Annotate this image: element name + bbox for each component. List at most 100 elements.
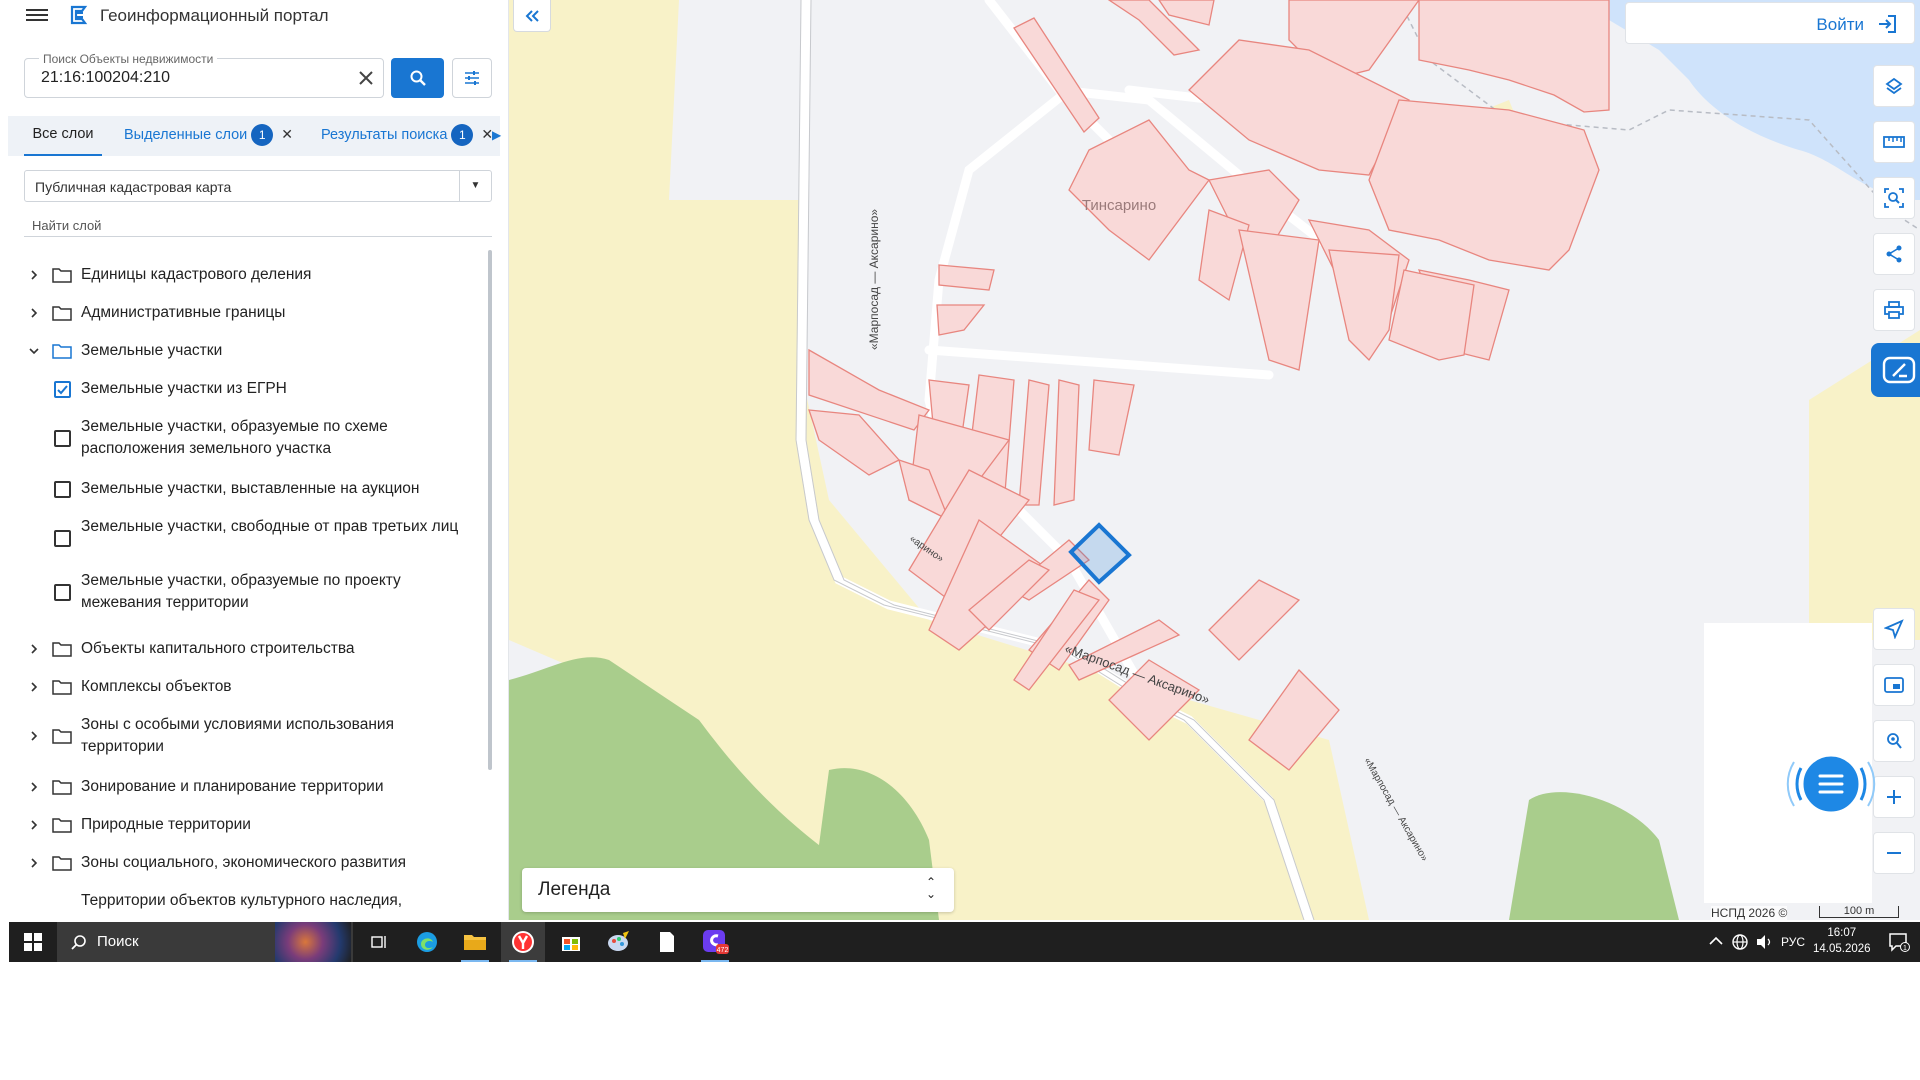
layer-label: Земельные участки	[81, 342, 223, 359]
tab-selected-layers[interactable]: Выделенные слои 1 ✕	[124, 116, 293, 156]
checkbox[interactable]	[54, 481, 71, 498]
chevron-right-icon[interactable]	[28, 307, 40, 319]
minus-icon	[1887, 852, 1901, 854]
checkbox[interactable]	[54, 584, 71, 601]
layer-folder-row[interactable]: Административные границы	[0, 302, 492, 324]
chevron-right-icon[interactable]	[28, 819, 40, 831]
layer-row[interactable]: Территории объектов культурного наследия…	[0, 890, 492, 912]
document-icon	[660, 932, 674, 952]
input-language[interactable]: РУС	[1781, 935, 1805, 949]
edge-browser-button[interactable]	[405, 922, 449, 962]
geolocation-button[interactable]	[1873, 720, 1915, 762]
collapse-sidebar-button[interactable]	[513, 0, 551, 32]
basemap-select[interactable]: Публичная кадастровая карта ▼	[24, 170, 492, 202]
chevron-right-icon[interactable]	[28, 269, 40, 281]
chevron-right-icon[interactable]	[28, 730, 40, 742]
my-location-button[interactable]	[1873, 608, 1915, 650]
chat-button[interactable]	[1785, 738, 1877, 830]
minimap-icon	[1884, 677, 1904, 693]
parcel	[1068, 119, 1210, 261]
feedback-button[interactable]	[1871, 343, 1920, 397]
tab-all-layers[interactable]: Все слои	[24, 116, 102, 156]
sign-in-icon	[1879, 15, 1896, 33]
layer-checkbox-row[interactable]: Земельные участки, выставленные на аукци…	[0, 478, 492, 500]
search-button[interactable]	[391, 58, 444, 98]
login-button[interactable]: Войти	[1625, 2, 1915, 44]
layer-folder-row[interactable]: Комплексы объектов	[0, 676, 492, 698]
paint-button[interactable]	[597, 922, 641, 962]
network-globe-icon[interactable]	[1731, 933, 1749, 951]
zoom-in-button[interactable]	[1873, 776, 1915, 818]
layer-folder-row[interactable]: Земельные участки	[0, 340, 492, 362]
layer-search-input[interactable]: Найти слой	[24, 213, 492, 237]
chevron-right-icon[interactable]	[28, 643, 40, 655]
chevron-down-icon[interactable]: ▼	[459, 171, 491, 201]
layer-folder-row[interactable]: Зоны социального, экономического развити…	[0, 852, 492, 874]
folder-icon	[52, 344, 72, 359]
parcel	[1208, 579, 1301, 661]
chevron-right-icon[interactable]	[28, 781, 40, 793]
measure-tool-button[interactable]	[1873, 121, 1915, 163]
legend-panel[interactable]: Легенда ⌃ ⌄	[522, 868, 954, 912]
layer-checkbox-row[interactable]: Земельные участки, образуемые по схеме р…	[0, 416, 492, 460]
notifications-button[interactable]: 1	[1877, 922, 1920, 962]
file-explorer-button[interactable]	[453, 922, 497, 962]
field-area	[509, 0, 579, 670]
place-label: Тинсарино	[1082, 197, 1156, 214]
clear-search-icon[interactable]	[355, 67, 377, 89]
expand-collapse-icon[interactable]: ⌃ ⌄	[926, 876, 936, 900]
search-filter-button[interactable]	[452, 58, 492, 98]
tab-label: Все слои	[32, 126, 94, 142]
parcel	[1388, 269, 1475, 361]
chevron-right-icon[interactable]	[28, 681, 40, 693]
layers-tool-button[interactable]	[1873, 65, 1915, 107]
layer-checkbox-row[interactable]: Земельные участки, свободные от прав тре…	[0, 516, 492, 560]
layer-checkbox-row[interactable]: Земельные участки из ЕГРН	[0, 378, 492, 400]
close-tab-icon[interactable]: ✕	[281, 116, 293, 152]
layer-folder-row[interactable]: Объекты капитального строительства	[0, 638, 492, 660]
tab-search-results[interactable]: Результаты поиска 1 ✕	[321, 116, 493, 156]
chevron-up-icon[interactable]	[1709, 936, 1723, 946]
tabs-scroll-right-icon[interactable]: ▶	[492, 128, 501, 142]
share-tool-button[interactable]	[1873, 233, 1915, 275]
layer-label: Комплексы объектов	[81, 678, 232, 695]
store-button[interactable]	[549, 922, 593, 962]
area-search-tool-button[interactable]	[1873, 177, 1915, 219]
parcel	[938, 264, 995, 291]
road-label: «Марпосад — Аксарино»	[1361, 756, 1430, 864]
taskbar-search-box[interactable]: Поиск	[57, 922, 353, 962]
portal-logo	[70, 5, 88, 25]
checkbox[interactable]	[54, 530, 71, 547]
yandex-browser-button[interactable]	[501, 922, 545, 962]
hamburger-menu-icon[interactable]	[26, 6, 48, 24]
search-input[interactable]: 21:16:100204:210	[41, 69, 170, 87]
start-button[interactable]	[9, 922, 57, 962]
chevron-down-icon[interactable]	[28, 345, 40, 357]
layer-search-placeholder: Найти слой	[32, 218, 102, 233]
layer-folder-row[interactable]: Природные территории	[0, 814, 492, 836]
checkbox[interactable]	[54, 430, 71, 447]
parcel	[1328, 249, 1400, 362]
layer-folder-row[interactable]: Зоны с особыми условиями использования т…	[0, 714, 492, 758]
task-view-button[interactable]	[357, 922, 401, 962]
layer-label: Территории объектов культурного наследия…	[81, 892, 403, 909]
chevron-right-icon[interactable]	[28, 857, 40, 869]
running-indicator	[509, 960, 537, 962]
taskbar-clock[interactable]: 16:07 14.05.2026	[1813, 925, 1871, 957]
layer-folder-row[interactable]: Единицы кадастрового деления	[0, 264, 492, 286]
map-canvas[interactable]: Тинсарино «Марпосад — Аксарино» «Марпоса…	[509, 0, 1920, 920]
layer-label: Объекты капитального строительства	[81, 640, 355, 657]
print-tool-button[interactable]	[1873, 289, 1915, 331]
volume-icon[interactable]	[1755, 934, 1773, 950]
running-indicator	[701, 960, 729, 962]
layer-folder-row[interactable]: Зонирование и планирование территории	[0, 776, 492, 798]
layer-tree-scrollbar[interactable]	[488, 250, 492, 770]
notepad-button[interactable]	[645, 922, 689, 962]
property-search-field[interactable]: Поиск Объекты недвижимости 21:16:100204:…	[24, 52, 384, 98]
checkbox-checked[interactable]	[54, 381, 71, 398]
layer-checkbox-row[interactable]: Земельные участки, образуемые по проекту…	[0, 570, 492, 614]
zoom-out-button[interactable]	[1873, 832, 1915, 874]
minimap-button[interactable]	[1873, 664, 1915, 706]
messenger-app-button[interactable]: 472	[693, 922, 737, 962]
double-chevron-left-icon	[525, 9, 539, 22]
